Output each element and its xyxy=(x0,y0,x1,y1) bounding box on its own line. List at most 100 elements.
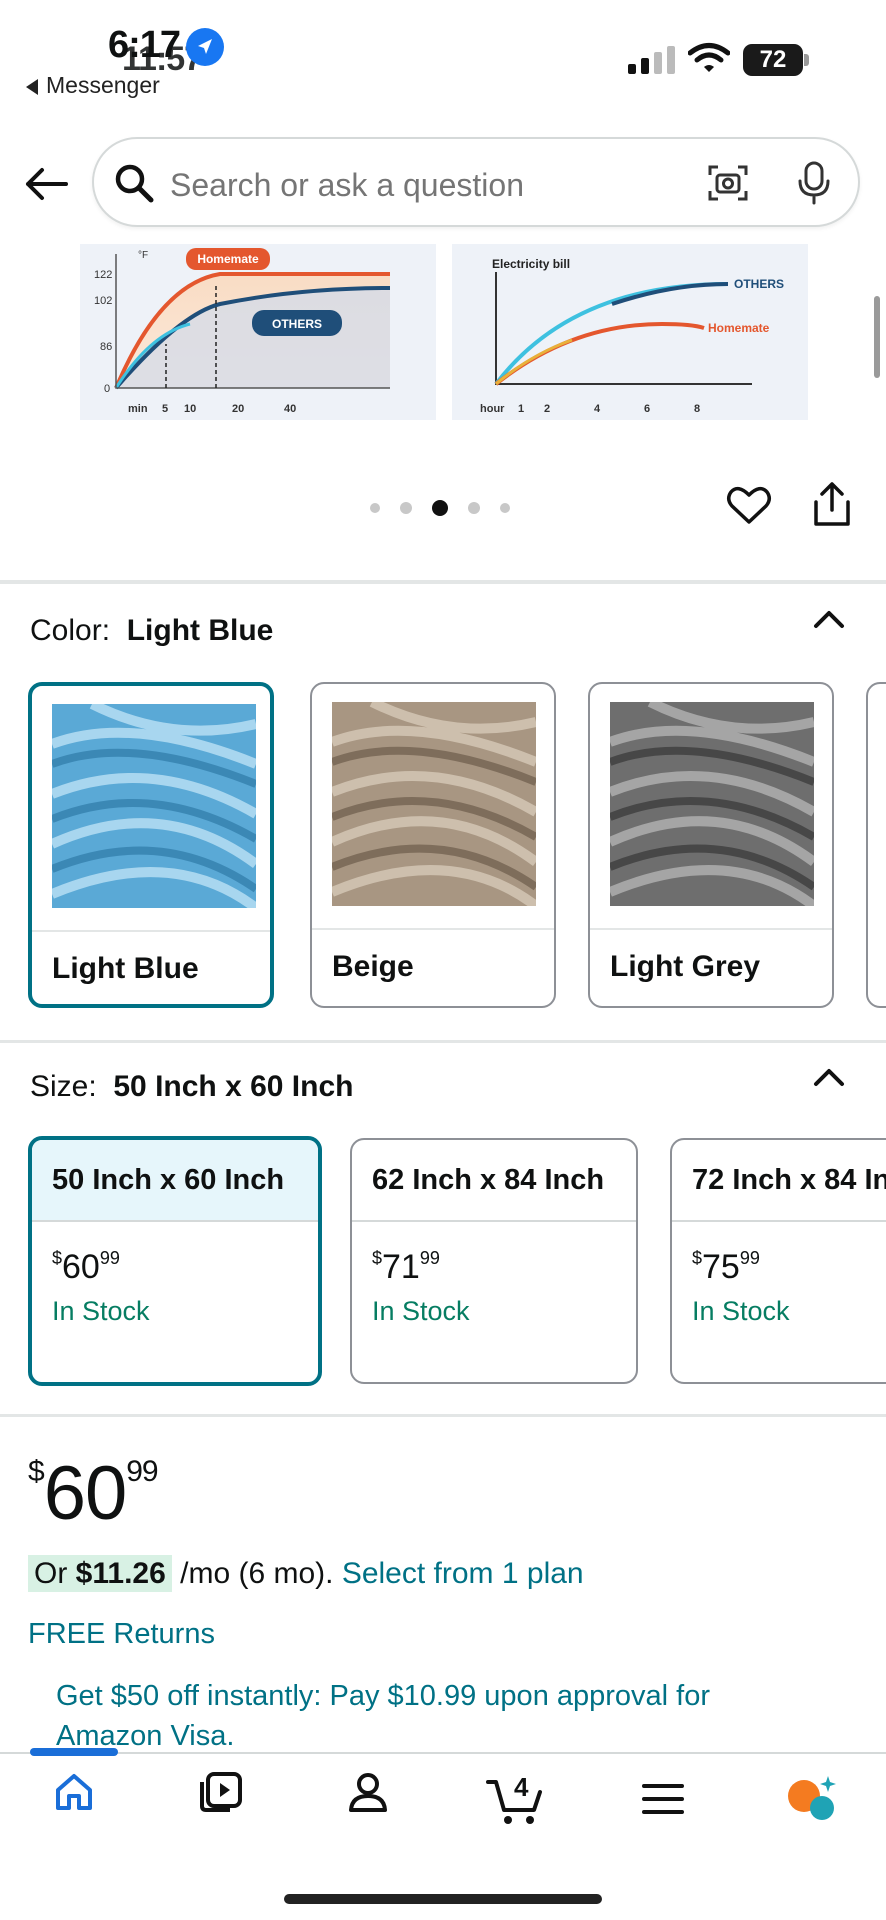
swatch-divider xyxy=(32,930,270,932)
y-unit: °F xyxy=(138,250,148,261)
homemate-badge-text: Homemate xyxy=(197,252,259,266)
x-tick: 40 xyxy=(284,403,296,415)
chart2-title: Electricity bill xyxy=(492,257,570,271)
size-option-62x84[interactable]: 62 Inch x 84 Inch $7199 In Stock xyxy=(350,1138,638,1384)
others-badge-text: OTHERS xyxy=(272,317,322,331)
wifi-icon xyxy=(687,42,731,79)
cart-count-badge: 4 xyxy=(514,1772,529,1802)
size-selected-value: 50 Inch x 60 Inch xyxy=(113,1070,354,1103)
location-icon xyxy=(186,28,224,66)
heart-icon[interactable] xyxy=(726,484,772,531)
electricity-bill-chart: Electricity bill OTHERS Homemate hour 1 … xyxy=(452,244,808,420)
swatch-divider xyxy=(312,928,554,930)
section-divider xyxy=(0,580,886,584)
visa-offer-link[interactable]: Get $50 off instantly: Pay $10.99 upon a… xyxy=(56,1676,816,1756)
status-time: 6:17 xyxy=(108,24,181,66)
back-arrow-icon[interactable] xyxy=(22,160,70,208)
size-label: Size: xyxy=(30,1070,97,1103)
light-blue-swatch-image xyxy=(49,699,260,912)
home-icon[interactable] xyxy=(52,1770,96,1819)
microphone-icon[interactable] xyxy=(794,159,834,212)
monthly-highlight: Or $11.26 xyxy=(28,1555,172,1592)
collapse-chevron-icon[interactable] xyxy=(812,608,846,635)
others-label: OTHERS xyxy=(734,277,784,291)
homemate-line xyxy=(494,321,705,386)
back-app-label: Messenger xyxy=(46,72,160,98)
y-tick: 122 xyxy=(94,269,112,281)
cellular-signal-icon xyxy=(628,46,675,74)
carousel-dot[interactable] xyxy=(500,503,510,513)
x-tick: 20 xyxy=(232,403,244,415)
carousel-dot[interactable] xyxy=(400,502,412,514)
size-option-header: 72 Inch x 84 In xyxy=(672,1140,886,1222)
color-selector-label: Color: Light Blue xyxy=(30,614,273,648)
account-icon[interactable] xyxy=(346,1770,390,1819)
swatch-label: Light Grey xyxy=(610,950,761,983)
size-option-header: 50 Inch x 60 Inch xyxy=(32,1140,318,1222)
camera-lens-icon[interactable] xyxy=(706,161,750,210)
size-option-price: $6099 xyxy=(52,1248,120,1286)
size-selector-label: Size: 50 Inch x 60 Inch xyxy=(30,1070,353,1104)
x-tick: 2 xyxy=(544,403,550,415)
size-option-name: 72 Inch x 84 In xyxy=(692,1164,886,1196)
size-option-name: 62 Inch x 84 Inch xyxy=(372,1164,605,1196)
page-scrollbar[interactable] xyxy=(874,296,880,378)
color-label: Color: xyxy=(30,614,111,647)
battery-tip xyxy=(804,54,809,66)
x-tick: 6 xyxy=(644,403,650,415)
size-option-stock: In Stock xyxy=(52,1296,150,1326)
color-option-light-blue[interactable]: Light Blue xyxy=(28,682,274,1008)
color-selected-value: Light Blue xyxy=(126,614,274,647)
search-icon xyxy=(112,161,156,210)
share-icon[interactable] xyxy=(810,480,854,533)
x-tick: hour xyxy=(480,403,505,415)
x-tick: 4 xyxy=(594,403,601,415)
x-tick: 10 xyxy=(184,403,196,415)
battery-icon: 72 xyxy=(743,44,803,76)
size-option-stock: In Stock xyxy=(372,1296,470,1326)
back-triangle-icon xyxy=(26,78,38,95)
rufus-assistant-icon[interactable] xyxy=(784,1774,838,1829)
beige-swatch-image xyxy=(329,697,540,910)
back-to-app-link[interactable]: Messenger xyxy=(26,72,160,99)
color-option-beige[interactable]: Beige xyxy=(310,682,556,1008)
free-returns-link[interactable]: FREE Returns xyxy=(28,1618,215,1651)
nav-active-indicator xyxy=(30,1748,118,1756)
search-input[interactable] xyxy=(170,167,640,204)
x-tick: 8 xyxy=(694,403,700,415)
search-bar[interactable] xyxy=(92,137,860,227)
video-icon[interactable] xyxy=(198,1770,244,1819)
swatch-label: Beige xyxy=(332,950,414,983)
select-plan-link[interactable]: Select from 1 plan xyxy=(342,1557,584,1590)
collapse-chevron-icon[interactable] xyxy=(812,1066,846,1093)
color-option-next[interactable] xyxy=(866,682,886,1008)
homemate-label: Homemate xyxy=(708,321,770,335)
carousel-dot[interactable] xyxy=(370,503,380,513)
size-option-50x60[interactable]: 50 Inch x 60 Inch $6099 In Stock xyxy=(28,1136,322,1386)
size-option-header: 62 Inch x 84 Inch xyxy=(352,1140,636,1222)
y-tick: 86 xyxy=(100,341,112,353)
temperature-chart: Homemate OTHERS °F 122 102 86 0 min 5 10… xyxy=(80,244,436,420)
y-tick: 102 xyxy=(94,295,112,307)
home-indicator[interactable] xyxy=(284,1894,602,1904)
image-carousel-dots[interactable] xyxy=(370,500,510,516)
size-option-72x84[interactable]: 72 Inch x 84 In $7599 In Stock xyxy=(670,1138,886,1384)
section-divider xyxy=(0,1414,886,1417)
swatch-label: Light Blue xyxy=(52,952,199,985)
product-price: $6099 xyxy=(28,1451,159,1536)
light-grey-swatch-image xyxy=(607,697,818,910)
status-bar: 11:57 6:17 Messenger 72 xyxy=(0,0,886,110)
x-tick: min xyxy=(128,403,148,415)
color-option-light-grey[interactable]: Light Grey xyxy=(588,682,834,1008)
x-tick: 5 xyxy=(162,403,168,415)
x-tick: 1 xyxy=(518,403,524,415)
others-line-light xyxy=(494,282,729,386)
monthly-payment: Or $11.26 /mo (6 mo). Select from 1 plan xyxy=(28,1555,584,1592)
menu-icon[interactable] xyxy=(642,1782,684,1821)
size-option-stock: In Stock xyxy=(692,1296,790,1326)
swatch-divider xyxy=(590,928,832,930)
size-option-price: $7599 xyxy=(692,1248,760,1286)
y-tick: 0 xyxy=(104,383,110,395)
carousel-dot-active[interactable] xyxy=(432,500,448,516)
carousel-dot[interactable] xyxy=(468,502,480,514)
